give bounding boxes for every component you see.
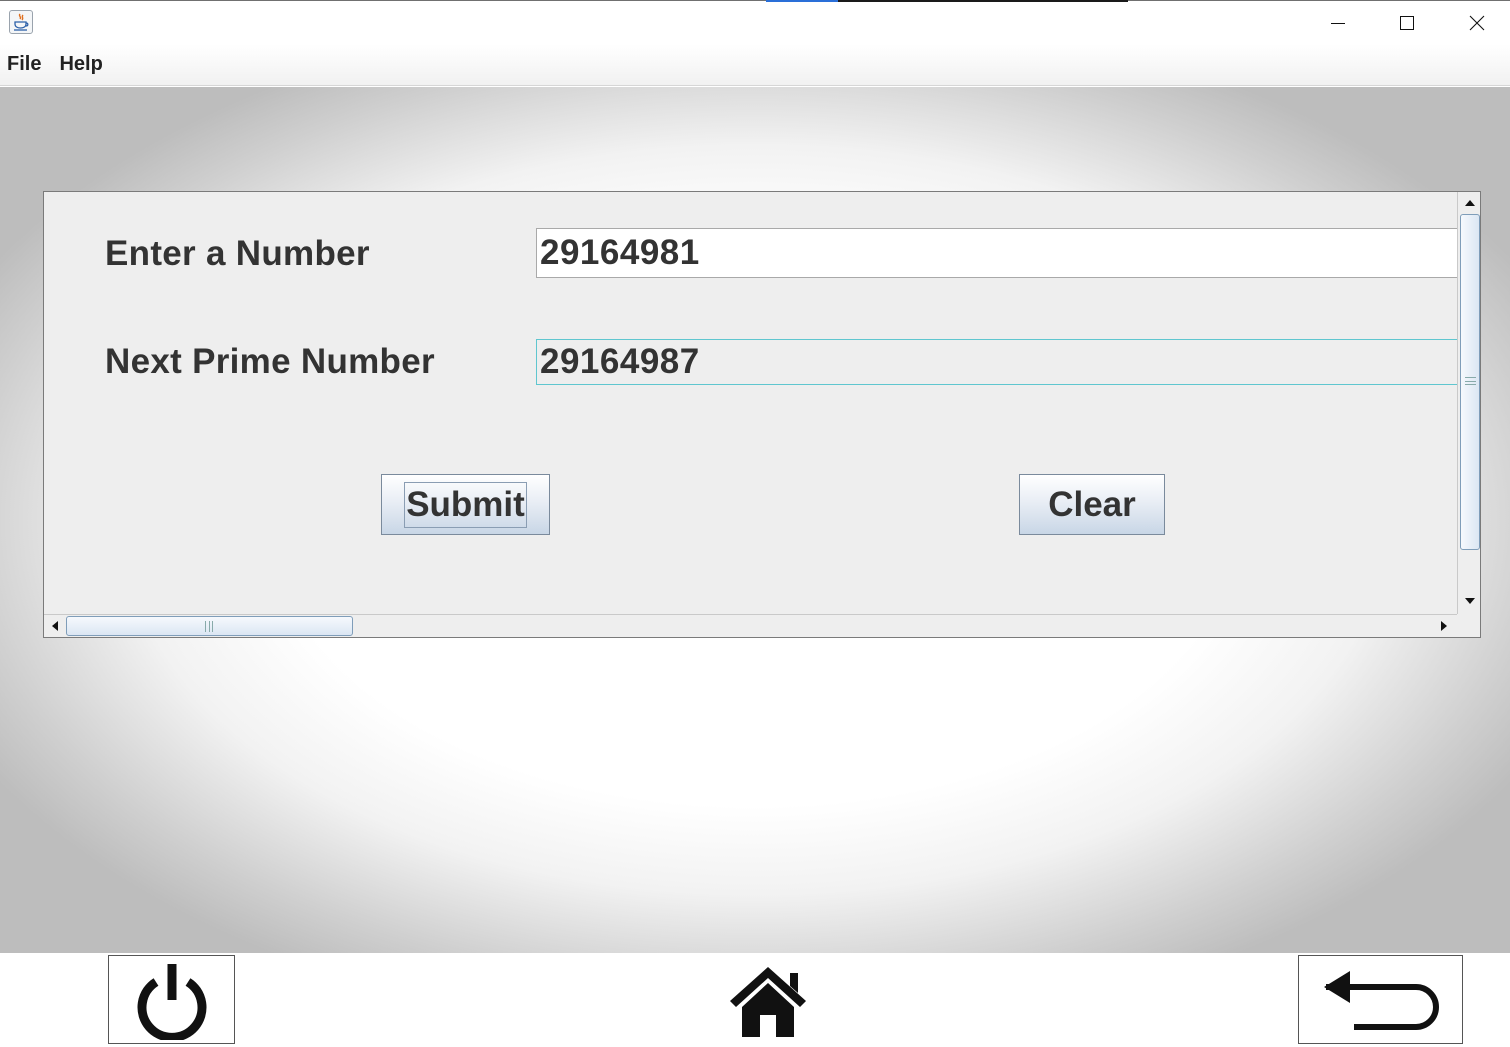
back-arrow-icon	[1323, 970, 1439, 1030]
maximize-button[interactable]	[1372, 1, 1442, 45]
bottom-nav-bar	[0, 953, 1510, 1047]
maximize-icon	[1400, 16, 1414, 30]
title-accent-bar	[766, 0, 838, 2]
grip-icon	[1465, 377, 1476, 385]
form-viewport: Enter a Number 29164981 Next Prime Numbe…	[44, 192, 1457, 614]
next-prime-label: Next Prime Number	[105, 342, 435, 381]
close-button[interactable]	[1442, 1, 1510, 45]
grip-icon	[205, 621, 213, 632]
home-icon	[730, 967, 806, 1037]
app-window: File Help Enter a Number 29164981 Next P…	[0, 0, 1510, 1047]
form-scroll-pane: Enter a Number 29164981 Next Prime Numbe…	[43, 191, 1481, 638]
power-button[interactable]	[108, 955, 235, 1044]
main-content: Enter a Number 29164981 Next Prime Numbe…	[0, 87, 1510, 953]
submit-button-label: Submit	[404, 481, 527, 528]
enter-number-label: Enter a Number	[105, 234, 370, 273]
vertical-scrollbar[interactable]	[1457, 192, 1480, 614]
scroll-left-arrow-icon[interactable]	[44, 615, 66, 637]
vertical-scroll-thumb[interactable]	[1460, 214, 1480, 550]
minimize-icon	[1331, 23, 1345, 24]
number-input[interactable]: 29164981	[536, 228, 1457, 278]
horizontal-scroll-thumb[interactable]	[66, 616, 353, 636]
title-bar[interactable]	[0, 0, 1510, 44]
menu-bar: File Help	[0, 44, 1510, 86]
menu-file[interactable]: File	[7, 53, 41, 76]
scrollbar-corner	[1457, 614, 1480, 637]
submit-button[interactable]: Submit	[381, 474, 550, 535]
back-button[interactable]	[1298, 955, 1463, 1044]
title-accent-bar-dark	[838, 0, 1128, 2]
menu-help[interactable]: Help	[59, 53, 102, 76]
clear-button[interactable]: Clear	[1019, 474, 1165, 535]
power-icon	[137, 963, 206, 1040]
next-prime-output[interactable]: 29164987	[536, 339, 1457, 385]
scroll-right-arrow-icon[interactable]	[1433, 615, 1455, 637]
close-icon	[1469, 15, 1485, 31]
horizontal-scrollbar[interactable]	[44, 614, 1457, 637]
scroll-up-arrow-icon[interactable]	[1458, 192, 1480, 214]
scroll-down-arrow-icon[interactable]	[1458, 590, 1480, 612]
java-coffee-icon[interactable]	[9, 10, 33, 34]
home-button[interactable]	[722, 959, 814, 1043]
minimize-button[interactable]	[1303, 1, 1373, 45]
